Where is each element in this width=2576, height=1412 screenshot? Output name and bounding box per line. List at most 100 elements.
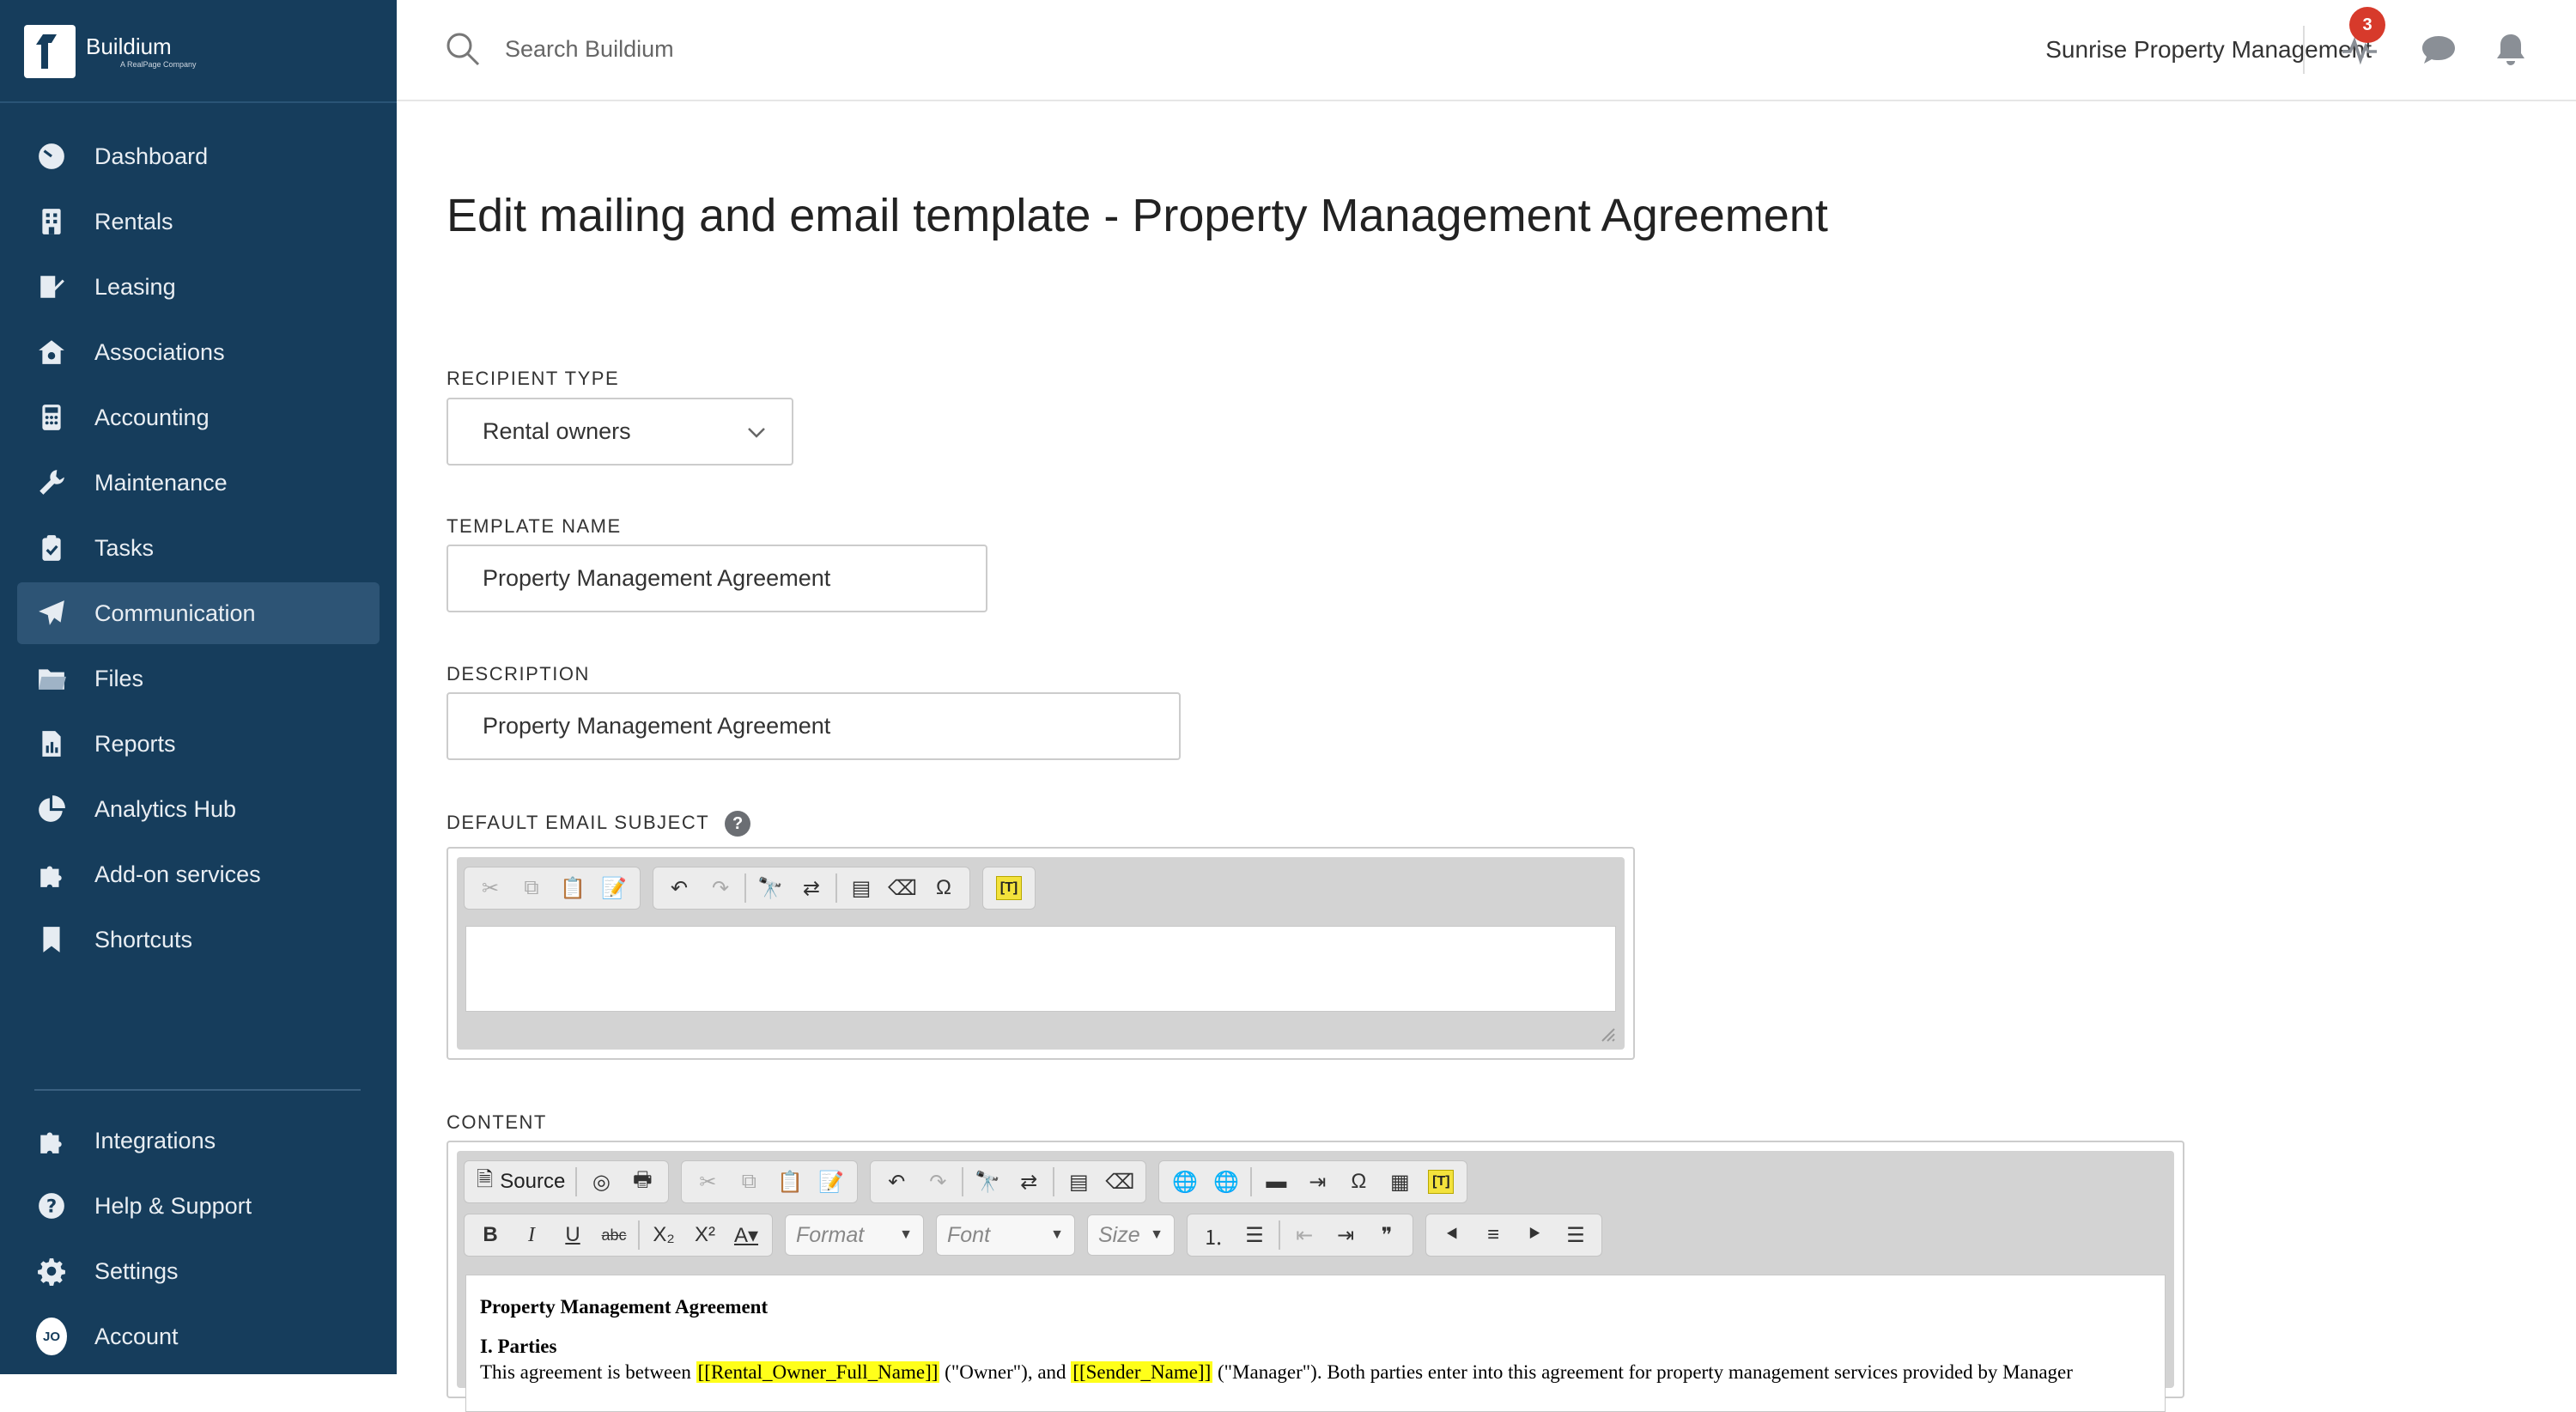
sidebar-item-help-support[interactable]: ? Help & Support (17, 1175, 380, 1237)
content-document: Property Management Agreement I. Parties… (466, 1275, 2165, 1404)
sidebar-item-accounting[interactable]: Accounting (17, 386, 380, 448)
cut-icon[interactable]: ✂ (687, 1164, 728, 1200)
source-button[interactable]: 🗎 Source (470, 1164, 572, 1200)
copy-icon[interactable]: ⧉ (511, 870, 552, 906)
eraser-icon[interactable]: ⌫ (882, 870, 923, 906)
indent-icon[interactable]: ⇥ (1325, 1217, 1366, 1253)
replace-icon[interactable]: ⇄ (791, 870, 832, 906)
main-content: Edit mailing and email template - Proper… (447, 0, 2542, 1412)
sidebar-item-tasks[interactable]: Tasks (17, 517, 380, 579)
subject-toolbar: ✂ ⧉ 📋 📝 ↶ ↷ 🔭 ⇄ ▤ ⌫ Ω [T] (457, 857, 1625, 910)
sidebar-item-analytics-hub[interactable]: Analytics Hub (17, 778, 380, 840)
redo-icon[interactable]: ↷ (700, 870, 741, 906)
sidebar-nav: Dashboard Rentals Leasing Associations A… (17, 125, 380, 974)
sidebar-item-integrations[interactable]: Integrations (17, 1110, 380, 1172)
undo-icon[interactable]: ↶ (876, 1164, 917, 1200)
undo-icon[interactable]: ↶ (659, 870, 700, 906)
building-icon (36, 206, 67, 237)
toolbar-separator (638, 1220, 640, 1250)
copy-icon[interactable]: ⧉ (728, 1164, 769, 1200)
merge-field-sender[interactable]: [[Sender_Name]] (1071, 1361, 1213, 1383)
sidebar-item-reports[interactable]: Reports (17, 713, 380, 775)
content-body[interactable]: Property Management Agreement I. Parties… (465, 1275, 2166, 1412)
find-icon[interactable]: 🔭 (750, 870, 791, 906)
replace-icon[interactable]: ⇄ (1008, 1164, 1049, 1200)
merge-field-icon[interactable]: [T] (1420, 1164, 1461, 1200)
table-icon[interactable]: ▦ (1379, 1164, 1420, 1200)
sidebar-item-files[interactable]: Files (17, 648, 380, 709)
sidebar-item-rentals[interactable]: Rentals (17, 191, 380, 253)
sidebar-item-label: Maintenance (94, 469, 228, 496)
sidebar-item-associations[interactable]: Associations (17, 321, 380, 383)
select-all-icon[interactable]: ▤ (841, 870, 882, 906)
paste-icon[interactable]: 📋 (552, 870, 593, 906)
brand-logo[interactable]: Buildium A RealPage Company (24, 24, 197, 79)
sidebar-item-shortcuts[interactable]: Shortcuts (17, 909, 380, 971)
sidebar-item-communication[interactable]: Communication (17, 582, 380, 644)
paste-word-icon[interactable]: 📝 (593, 870, 635, 906)
find-icon[interactable]: 🔭 (967, 1164, 1008, 1200)
gear-icon (36, 1256, 67, 1287)
align-justify-icon[interactable]: ☰ (1555, 1217, 1596, 1253)
sidebar-item-leasing[interactable]: Leasing (17, 256, 380, 318)
sidebar-item-label: Reports (94, 730, 176, 757)
help-icon[interactable]: ? (725, 811, 751, 837)
puzzle-icon (36, 1125, 67, 1156)
email-subject-input[interactable] (465, 926, 1616, 1012)
strikethrough-icon[interactable]: abc (593, 1217, 635, 1253)
special-char-icon[interactable]: Ω (923, 870, 964, 906)
subject-merge-group: [T] (982, 867, 1036, 910)
underline-icon[interactable]: U (552, 1217, 593, 1253)
recipient-type-select[interactable]: Rental owners (447, 398, 793, 466)
blockquote-icon[interactable]: ❞ (1366, 1217, 1407, 1253)
template-name-input[interactable]: Property Management Agreement (447, 545, 987, 612)
horizontal-rule-icon[interactable]: ▬ (1255, 1164, 1297, 1200)
sidebar-item-account[interactable]: JO Account (17, 1305, 380, 1367)
merge-field-icon[interactable]: [T] (988, 870, 1030, 906)
preview-icon[interactable]: ◎ (580, 1164, 622, 1200)
resize-handle-icon[interactable] (1599, 1026, 1616, 1043)
font-select[interactable]: Font ▼ (936, 1214, 1075, 1256)
cut-icon[interactable]: ✂ (470, 870, 511, 906)
format-select[interactable]: Format ▼ (785, 1214, 924, 1256)
eraser-icon[interactable]: ⌫ (1099, 1164, 1140, 1200)
subscript-icon[interactable]: X₂ (643, 1217, 684, 1253)
email-subject-label: DEFAULT EMAIL SUBJECT (447, 811, 710, 833)
paper-plane-icon (36, 598, 67, 629)
italic-icon[interactable]: I (511, 1217, 552, 1253)
align-center-icon[interactable]: ≡ (1473, 1217, 1514, 1253)
align-left-icon[interactable]: ⯇ (1431, 1217, 1473, 1253)
paste-word-icon[interactable]: 📝 (811, 1164, 852, 1200)
wrench-icon (36, 467, 67, 498)
email-subject-editor: ✂ ⧉ 📋 📝 ↶ ↷ 🔭 ⇄ ▤ ⌫ Ω [T] (447, 847, 1635, 1060)
sidebar-item-settings[interactable]: Settings (17, 1240, 380, 1302)
bulleted-list-icon[interactable]: ☰ (1234, 1217, 1275, 1253)
sidebar-item-label: Shortcuts (94, 926, 193, 952)
link-icon[interactable]: 🌐 (1164, 1164, 1206, 1200)
sidebar-item-label: Associations (94, 338, 225, 365)
numbered-list-icon[interactable]: ⒈ (1193, 1217, 1234, 1253)
sidebar-item-maintenance[interactable]: Maintenance (17, 452, 380, 514)
text-color-icon[interactable]: A▾ (726, 1217, 767, 1253)
list-group: ⒈ ☰ ⇤ ⇥ ❞ (1187, 1214, 1413, 1257)
chevron-down-icon: ▼ (899, 1227, 913, 1242)
print-icon[interactable]: 🖶 (622, 1164, 663, 1200)
size-select[interactable]: Size ▼ (1087, 1214, 1175, 1256)
superscript-icon[interactable]: X² (684, 1217, 726, 1253)
sidebar-item-add-on-services[interactable]: Add-on services (17, 843, 380, 905)
page-break-icon[interactable]: ⇥ (1297, 1164, 1338, 1200)
sidebar-item-dashboard[interactable]: Dashboard (17, 125, 380, 187)
recipient-type-value: Rental owners (483, 418, 631, 444)
bold-icon[interactable]: B (470, 1217, 511, 1253)
sidebar-item-label: Account (94, 1323, 179, 1349)
description-input[interactable]: Property Management Agreement (447, 692, 1181, 760)
select-all-icon[interactable]: ▤ (1058, 1164, 1099, 1200)
merge-field-owner[interactable]: [[Rental_Owner_Full_Name]] (696, 1361, 940, 1383)
paste-icon[interactable]: 📋 (769, 1164, 811, 1200)
redo-icon[interactable]: ↷ (917, 1164, 958, 1200)
align-right-icon[interactable]: ⯈ (1514, 1217, 1555, 1253)
sidebar-divider-top (0, 101, 397, 103)
unlink-icon[interactable]: 🌐 (1206, 1164, 1247, 1200)
outdent-icon[interactable]: ⇤ (1284, 1217, 1325, 1253)
special-char-icon[interactable]: Ω (1338, 1164, 1379, 1200)
